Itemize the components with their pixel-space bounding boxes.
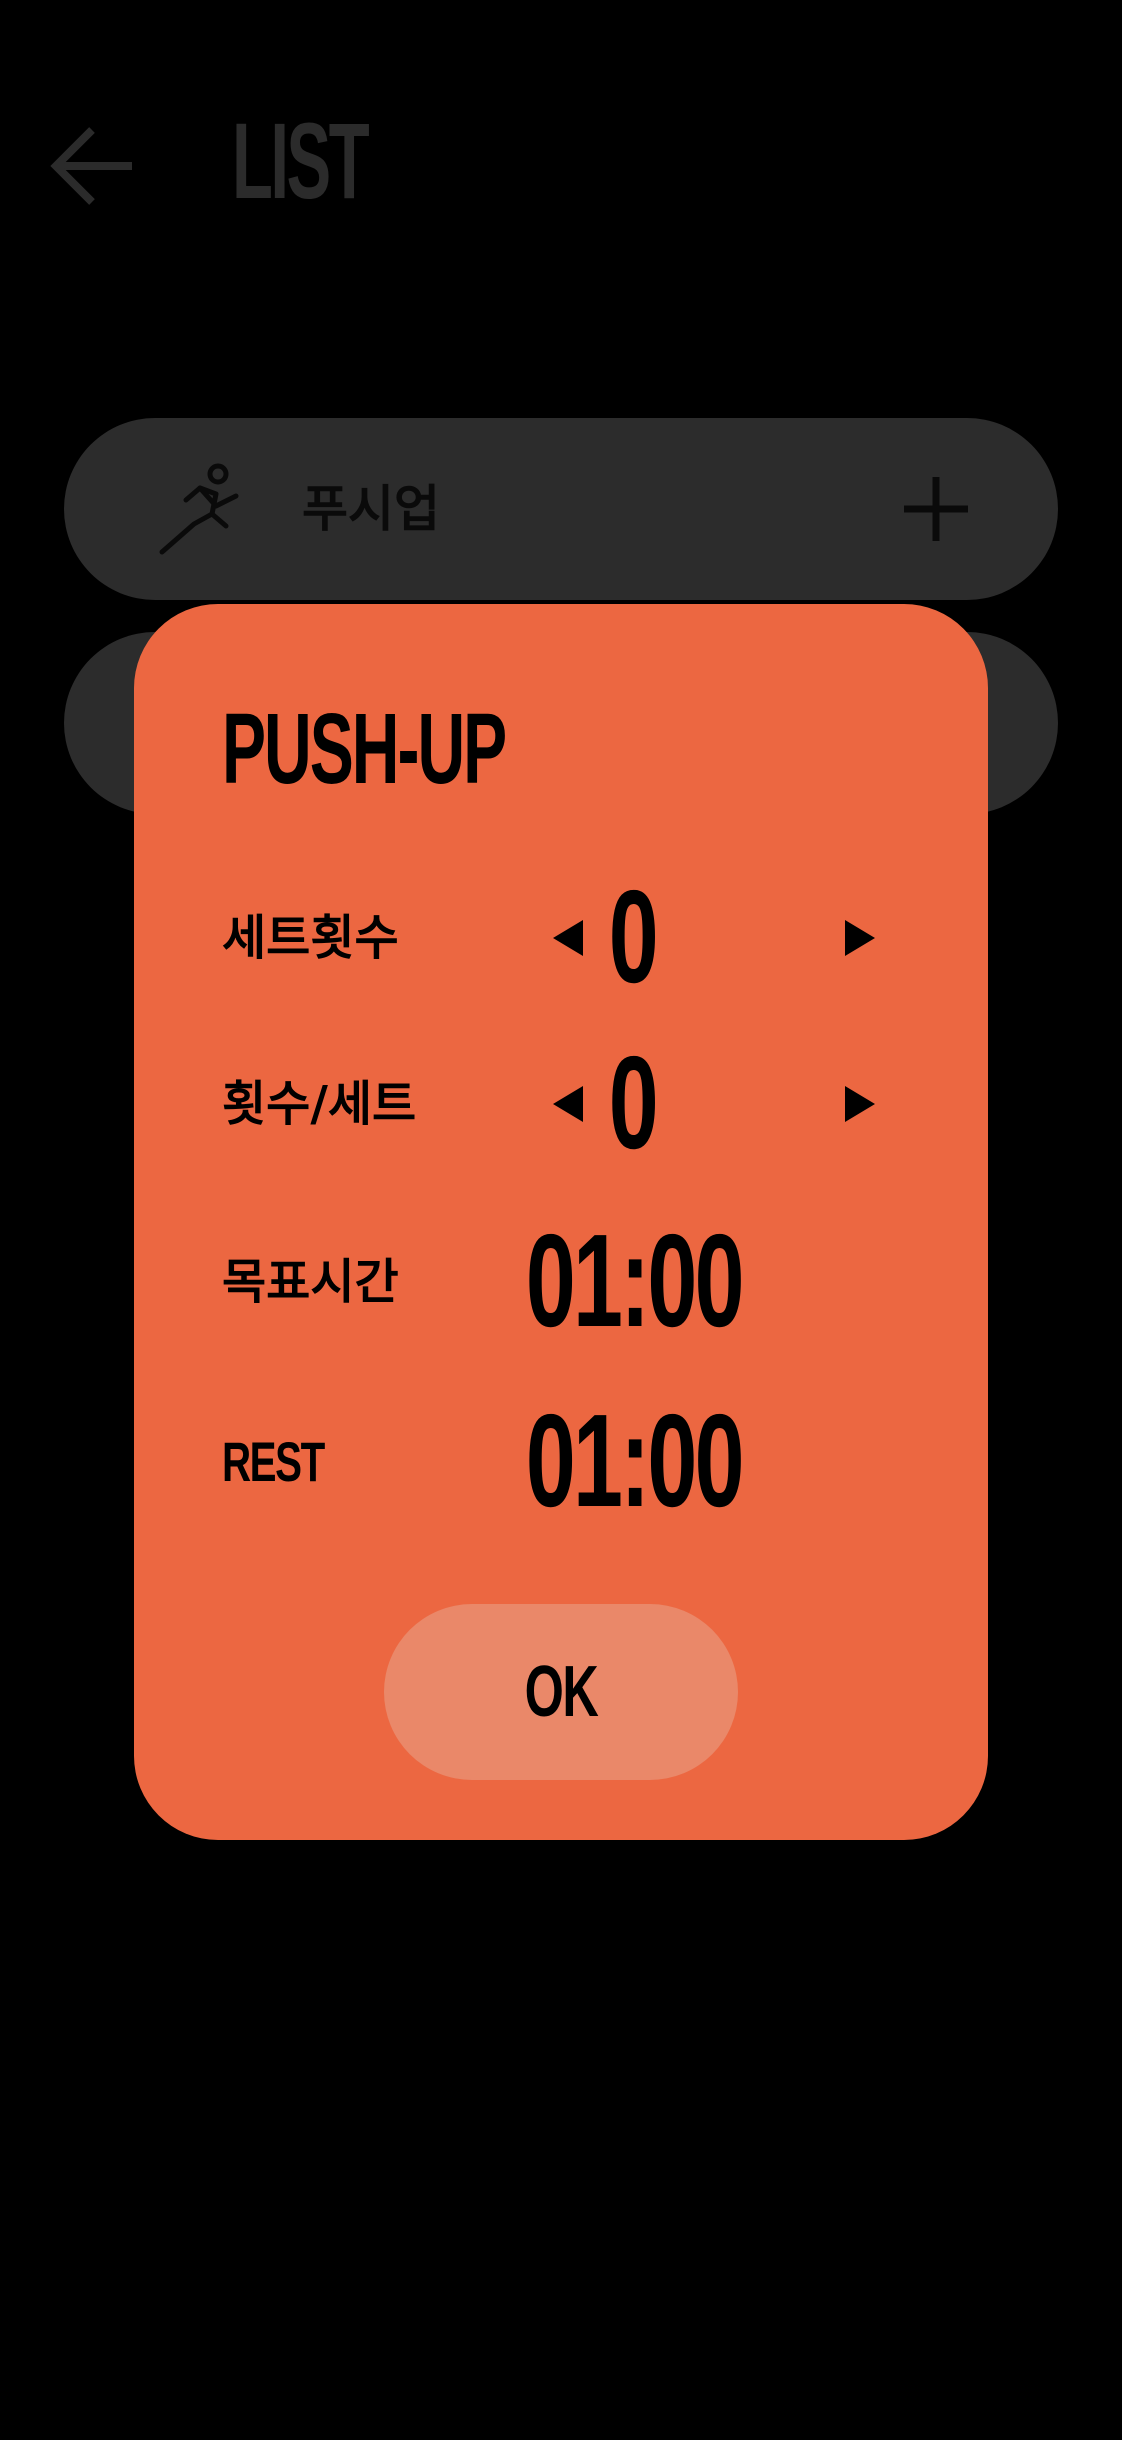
back-button[interactable]: [44, 118, 140, 214]
exercise-label: 푸시업: [302, 480, 440, 538]
target-time-value[interactable]: 01:00: [434, 1206, 834, 1356]
plus-icon[interactable]: [900, 473, 972, 545]
page-title: LIST: [232, 100, 370, 221]
rest-time-value[interactable]: 01:00: [434, 1386, 834, 1536]
reps-per-set-label: 횟수/세트: [222, 1076, 417, 1132]
ok-button[interactable]: OK: [384, 1604, 738, 1780]
triangle-right-icon: [845, 920, 875, 956]
target-time-label: 목표시간: [222, 1254, 399, 1310]
exercise-settings-modal: PUSH-UP 세트횟수 0 횟수/세트 0 목표시간 01:00 REST 0…: [134, 604, 988, 1840]
arrow-left-icon: [50, 127, 132, 205]
reps-increase-button[interactable]: [832, 1076, 888, 1132]
sets-label: 세트횟수: [222, 910, 399, 966]
running-person-icon: [159, 463, 239, 555]
modal-title: PUSH-UP: [222, 693, 507, 805]
triangle-right-icon: [845, 1086, 875, 1122]
sets-increase-button[interactable]: [832, 910, 888, 966]
rest-label: REST: [222, 1430, 325, 1493]
exercise-row-pushup[interactable]: 푸시업: [64, 418, 1058, 600]
reps-per-set-value: 0: [609, 1029, 659, 1176]
sets-value: 0: [609, 863, 659, 1010]
